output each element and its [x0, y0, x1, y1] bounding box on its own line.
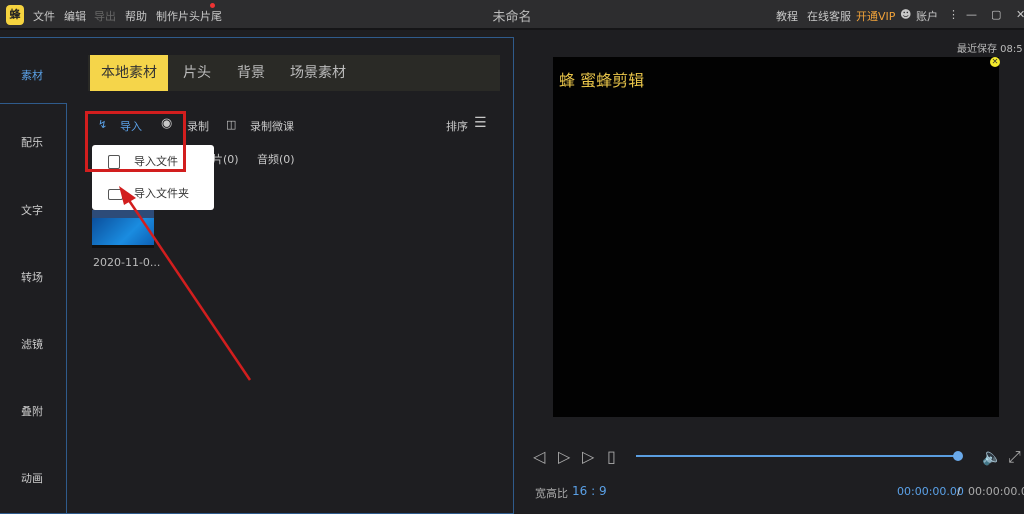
media-thumbnail[interactable] [92, 210, 154, 248]
sidebar-item-filter[interactable]: 滤镜 [0, 336, 64, 352]
current-time: 00:00:00.00 [897, 485, 964, 498]
annotation-box [85, 111, 186, 172]
user-icon[interactable]: ☻ [900, 8, 911, 21]
tab-background[interactable]: 背景 [226, 55, 276, 91]
progress-track[interactable] [636, 455, 958, 457]
sidebar-item-animation[interactable]: 动画 [0, 470, 64, 486]
tab-local-media[interactable]: 本地素材 [90, 55, 168, 91]
volume-icon[interactable]: 🔈 [982, 447, 1002, 466]
list-icon[interactable]: ☰ [474, 115, 487, 131]
stop-icon[interactable]: ▯ [607, 447, 616, 466]
media-panel [0, 37, 514, 514]
sidebar-item-overlay[interactable]: 叠附 [0, 403, 64, 419]
record-button[interactable]: 录制 [187, 118, 209, 134]
aspect-label: 宽高比 [535, 487, 568, 500]
sidebar-item-transition[interactable]: 转场 [0, 269, 64, 285]
divider [0, 103, 67, 104]
record-lesson-button[interactable]: 录制微课 [250, 118, 294, 134]
vip-button[interactable]: 开通VIP [856, 8, 895, 24]
lesson-icon[interactable]: ◫ [226, 118, 236, 131]
tutorial-link[interactable]: 教程 [776, 8, 798, 24]
aspect-ratio[interactable]: 16 : 9 [572, 484, 607, 498]
time-separator: / [957, 485, 961, 498]
close-button[interactable]: ✕ [1016, 8, 1024, 21]
last-saved: 最近保存 08:5 [957, 44, 1023, 55]
media-name: 2020-11-0... [93, 256, 161, 269]
support-link[interactable]: 在线客服 [807, 8, 851, 24]
filter-image[interactable]: 片(0) [212, 151, 239, 167]
fullscreen-icon[interactable]: ⤢ [1008, 447, 1021, 467]
menu-item-import-folder[interactable]: 导入文件夹 [92, 179, 214, 209]
total-time: 00:00:00.00 [968, 485, 1024, 498]
next-frame-icon[interactable]: ▷ [582, 447, 594, 466]
progress-handle[interactable] [953, 451, 963, 461]
minimize-button[interactable]: — [966, 8, 977, 21]
maximize-button[interactable]: ▢ [991, 8, 1001, 21]
filter-audio[interactable]: 音频(0) [257, 151, 295, 167]
play-icon[interactable]: ▷ [558, 447, 570, 466]
sidebar-item-media[interactable]: 素材 [0, 67, 64, 83]
tab-intro[interactable]: 片头 [172, 55, 222, 91]
divider [66, 103, 67, 514]
account-button[interactable]: 账户 [916, 8, 938, 24]
folder-icon [108, 189, 123, 200]
sidebar-item-text[interactable]: 文字 [0, 202, 64, 218]
sort-button[interactable]: 排序 [446, 118, 468, 134]
watermark-logo: 蜂 蜜蜂剪辑 [559, 71, 645, 90]
sidebar-item-music[interactable]: 配乐 [0, 134, 64, 150]
title-bar: 蜂 文件 编辑 导出 帮助 制作片头片尾 未命名 教程 在线客服 开通VIP ☻… [0, 0, 1024, 30]
import-folder-label: 导入文件夹 [134, 187, 189, 200]
close-watermark-icon[interactable]: ✕ [990, 57, 1000, 67]
video-preview: 蜂 蜜蜂剪辑 [553, 57, 999, 417]
media-tabs: 本地素材 片头 背景 场景素材 [88, 55, 500, 91]
more-icon[interactable]: ⋮ [948, 8, 959, 21]
tab-scene[interactable]: 场景素材 [284, 55, 352, 91]
prev-frame-icon[interactable]: ◁ [533, 447, 545, 466]
